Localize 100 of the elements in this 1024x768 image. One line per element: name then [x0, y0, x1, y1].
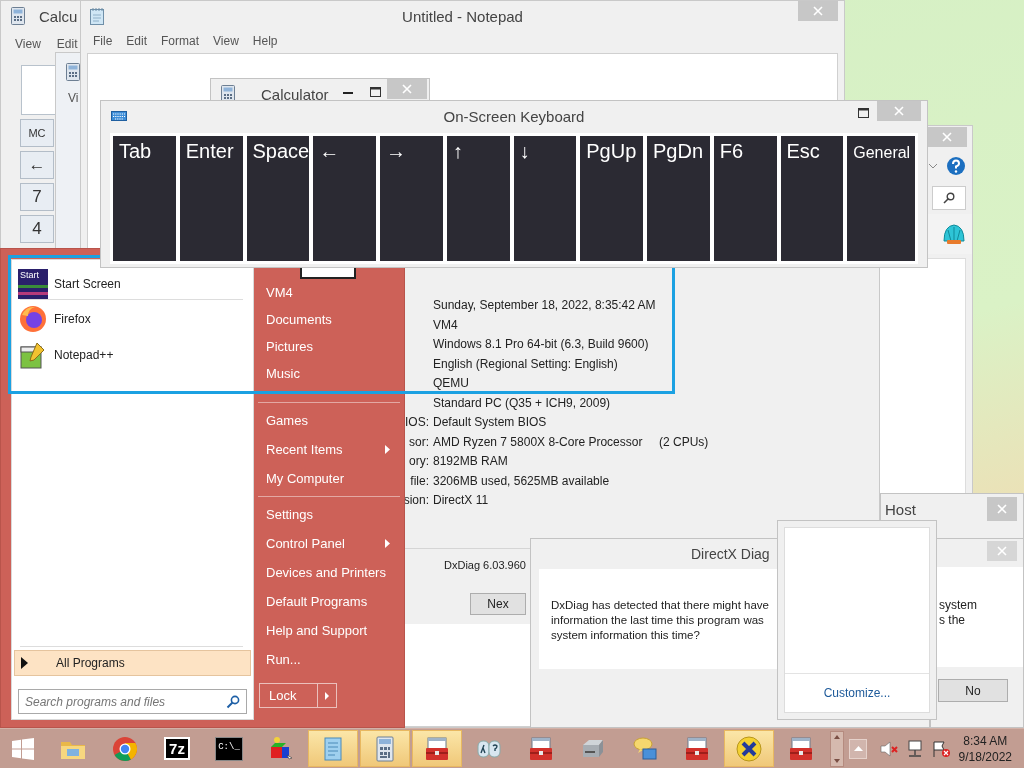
menu-item[interactable]: Help [252, 34, 278, 48]
keyboard-key[interactable]: → [380, 136, 443, 261]
field-label: sor: [409, 433, 429, 451]
keyboard-key[interactable]: General [847, 136, 916, 261]
chevron-icon [928, 163, 938, 169]
message-line: system [939, 598, 977, 613]
keyboard-key[interactable]: PgUp [580, 136, 643, 261]
close-button[interactable] [987, 497, 1017, 521]
windows-logo-icon [12, 737, 34, 760]
keyboard-key[interactable]: ↑ [446, 136, 510, 261]
start-menu-item[interactable]: Control Panel [258, 529, 400, 558]
start-menu-item[interactable]: Run... [258, 645, 400, 674]
pinned-program[interactable]: Firefox [12, 301, 253, 337]
start-menu-item[interactable]: Documents [258, 306, 400, 333]
menu-item[interactable]: View [213, 34, 239, 48]
menu-item[interactable]: Edit [126, 34, 148, 48]
search-field[interactable]: Search programs and files [18, 689, 247, 714]
window-title: Calcu [39, 7, 78, 25]
toolbox-icon [683, 734, 711, 763]
menu-item[interactable]: Format [161, 34, 200, 48]
close-icon [402, 84, 412, 94]
field-value: Default System BIOS [433, 414, 547, 431]
calculator-key[interactable]: 4 [20, 215, 54, 243]
pinned-program[interactable]: Notepad++ [12, 337, 253, 373]
keyboard-key[interactable]: Tab [113, 136, 176, 261]
all-programs-item[interactable]: All Programs [14, 650, 251, 676]
keyboard-key[interactable]: ↓ [513, 136, 577, 261]
message-line: information the last time this program was [551, 613, 764, 628]
calculator-key[interactable]: ← [20, 151, 54, 179]
version-text: DxDiag 6.03.960 [444, 557, 526, 572]
field-value: Sunday, September 18, 2022, 8:35:42 AM [433, 297, 656, 314]
maximize-icon [858, 108, 869, 118]
start-menu-item[interactable]: Games [258, 406, 400, 435]
close-icon [997, 546, 1007, 556]
pinned-program[interactable]: Start Start Screen [12, 270, 253, 298]
start-menu-item[interactable]: Devices and Printers [258, 558, 400, 587]
message-line: system information this time? [551, 628, 700, 643]
taskbar-button[interactable]: 7z [152, 730, 202, 767]
next-button[interactable]: Nex [470, 592, 526, 615]
toolbox-icon [787, 734, 815, 763]
keyboard-key[interactable]: ← [313, 136, 376, 261]
x-circle-icon [735, 734, 763, 763]
help-icon [946, 156, 966, 176]
lock-button[interactable]: Lock [259, 683, 318, 708]
calculator-icon [11, 7, 25, 25]
field-value: Windows 8.1 Pro 64-bit (6.3, Build 9600) [433, 336, 649, 353]
taskbar-button[interactable] [724, 730, 774, 767]
start-menu-item[interactable]: Music [258, 360, 400, 387]
close-icon [997, 504, 1007, 514]
close-icon [813, 6, 823, 16]
show-hidden-icons-button[interactable] [849, 738, 867, 759]
menu-item[interactable]: Vi [68, 91, 79, 105]
close-icon [942, 132, 952, 142]
browser-icon [18, 304, 48, 334]
start-menu-item[interactable]: Recent Items [258, 435, 400, 464]
start-menu-item[interactable]: Help and Support [258, 616, 400, 645]
field-value: 8192MB RAM [433, 453, 508, 470]
start-menu-item[interactable]: Pictures [258, 333, 400, 360]
window-title: Calculator [261, 85, 329, 103]
caret-icon [325, 691, 329, 700]
search-icon [226, 695, 240, 709]
caret-icon [853, 746, 863, 751]
message-line: DxDiag has detected that there might have [551, 598, 769, 613]
field-value: QEMU [433, 375, 469, 392]
lock-options-button[interactable] [318, 683, 337, 708]
caret-icon [834, 734, 840, 739]
menu-item[interactable]: Edit [56, 37, 78, 51]
keyboard-key[interactable]: Enter [179, 136, 243, 261]
clock-time[interactable]: 8:34 AM [958, 732, 1012, 749]
start-menu-item[interactable]: My Computer [258, 464, 400, 493]
browser-icon [111, 734, 139, 763]
caret-icon [21, 657, 28, 669]
field-label: IOS: [405, 414, 429, 431]
start-menu-item[interactable]: Default Programs [258, 587, 400, 616]
start-menu-item[interactable]: VM4 [258, 279, 400, 306]
keyboard-key[interactable]: Space [246, 136, 310, 261]
clock-date[interactable]: 9/18/2022 [958, 748, 1012, 765]
calculator-icon [66, 63, 80, 81]
taskbar-button[interactable] [412, 730, 462, 767]
notepad-icon [89, 7, 105, 25]
start-menu-item[interactable]: Settings [258, 500, 400, 529]
menu-item[interactable]: View [15, 37, 41, 51]
flag-icon [931, 739, 951, 758]
search-icon [943, 192, 955, 204]
no-button[interactable]: No [938, 679, 1008, 702]
keyboard-key[interactable]: F6 [713, 136, 777, 261]
search-field[interactable] [932, 186, 966, 210]
taskbar-button[interactable] [360, 730, 410, 767]
menu-item[interactable]: File [93, 34, 113, 48]
calculator-key[interactable]: MC [20, 119, 54, 147]
window-title: On-Screen Keyboard [443, 107, 585, 125]
taskbar-scroll-handle[interactable] [830, 730, 844, 767]
keyboard-key[interactable]: PgDn [647, 136, 710, 261]
field-value: 3206MB used, 5625MB available [433, 472, 610, 490]
keyboard-key[interactable]: Esc [780, 136, 844, 261]
field-value: DirectX 11 [433, 492, 489, 509]
customize-link[interactable]: Customize... [823, 686, 891, 700]
taskbar-button[interactable]: C:\_ [204, 730, 254, 767]
calculator-key[interactable]: 7 [20, 183, 54, 211]
field-value: VM4 [433, 316, 458, 334]
